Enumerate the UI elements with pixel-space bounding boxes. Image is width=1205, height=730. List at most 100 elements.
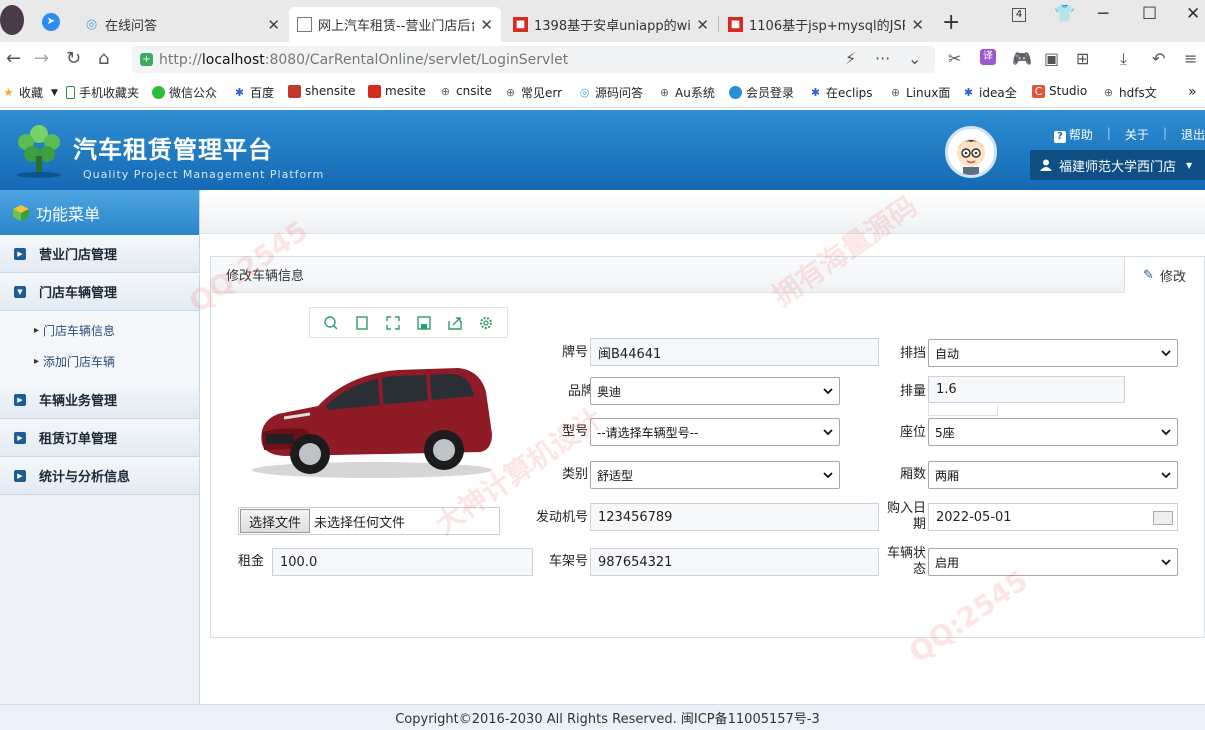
maximize-icon[interactable]: ☐ <box>1142 4 1157 24</box>
back-icon[interactable]: ← <box>6 48 21 69</box>
url-prefix: http:// <box>159 51 202 68</box>
globe-icon: ⊕ <box>440 84 451 98</box>
rent-input[interactable]: 100.0 <box>272 548 533 576</box>
engine-input[interactable]: 123456789 <box>590 503 879 531</box>
tab-car-rental[interactable]: 网上汽车租赁--营业门店后台 ✕ <box>289 7 501 42</box>
home-icon[interactable]: ⌂ <box>98 48 109 69</box>
bookmark-item[interactable]: mesite <box>368 84 426 98</box>
sidebar-item-label: 租赁订单管理 <box>39 432 118 447</box>
download-icon[interactable]: ⤓ <box>1120 49 1127 69</box>
new-tab-icon[interactable]: + <box>942 10 960 35</box>
purchase-date-label-line2: 期 <box>912 517 926 532</box>
bookmark-item[interactable]: ⊕ Au系统 <box>658 84 715 101</box>
tab-jsp[interactable]: ■ 1106基于jsp+mysql的JSP校 ✕ <box>720 7 932 42</box>
close-window-icon[interactable]: ✕ <box>1186 4 1200 24</box>
bookmark-item[interactable]: ✱ 在eclips <box>809 84 873 101</box>
sidebar-item-vehicle-business[interactable]: ▶ 车辆业务管理 <box>0 381 199 419</box>
reload-icon[interactable]: ↻ <box>66 48 81 69</box>
rent-label: 租金 <box>237 554 264 569</box>
logout-link[interactable]: 退出 <box>1181 126 1205 143</box>
translate-icon[interactable]: 译 <box>980 49 996 65</box>
red-site-icon: ■ <box>728 17 743 32</box>
spiral-icon: ◎ <box>85 17 98 32</box>
store-selector[interactable]: 福建师范大学西门店 ▼ <box>1030 150 1205 180</box>
bookmark-item[interactable]: C Studio <box>1032 84 1087 98</box>
apps-grid-icon[interactable]: ⊞ <box>1076 49 1089 68</box>
user-avatar[interactable] <box>945 126 997 178</box>
bookmark-label: 微信公众 <box>169 86 218 100</box>
bookmark-item[interactable]: ⊕ Linux面 <box>889 84 950 101</box>
tab-qa[interactable]: ◎ 在线问答 ✕ <box>76 7 288 42</box>
bookmark-item[interactable]: 微信公众 <box>152 84 217 101</box>
bookmark-item[interactable]: ◎ 源码问答 <box>578 84 643 101</box>
plate-label: 牌号 <box>561 345 588 360</box>
profile-avatar[interactable] <box>0 5 24 35</box>
bookmark-item[interactable]: ✱ 百度 <box>233 84 274 101</box>
forward-icon[interactable]: → <box>34 48 49 69</box>
plate-input[interactable]: 闽B44641 <box>590 338 879 366</box>
sidebar-item-statistics[interactable]: ▶ 统计与分析信息 <box>0 457 199 495</box>
shirt-icon[interactable]: 👕 <box>1054 4 1075 24</box>
close-tab-icon[interactable]: ✕ <box>267 16 280 34</box>
frame-input[interactable]: 987654321 <box>590 548 879 576</box>
status-select[interactable]: 启用 <box>928 548 1178 576</box>
share-icon[interactable] <box>448 316 462 330</box>
settings-gear-icon[interactable] <box>479 316 493 330</box>
brand-select[interactable]: 奥迪 <box>590 377 840 405</box>
model-select[interactable]: --请选择车辆型号-- <box>590 418 840 446</box>
tab-title: 1106基于jsp+mysql的JSP校 <box>749 19 906 34</box>
calendar-icon[interactable] <box>1153 511 1173 525</box>
bookmark-item[interactable]: ✱ idea全 <box>962 84 1017 101</box>
autocomplete-popup <box>928 404 998 416</box>
game-icon[interactable]: 🎮 <box>1012 49 1032 68</box>
cut-icon[interactable]: ✂ <box>948 49 961 68</box>
gear-select[interactable]: 自动 <box>928 339 1178 367</box>
caret-down-icon: ▼ <box>1186 160 1193 170</box>
bookmark-label: Au系统 <box>675 86 715 100</box>
minimize-icon[interactable]: ─ <box>1098 4 1108 24</box>
dropdown-icon[interactable]: ⌄ <box>908 49 921 68</box>
undo-icon[interactable]: ↶ <box>1152 49 1165 68</box>
sidebar-subitem-add-vehicle[interactable]: 添加门店车辆 <box>0 346 199 377</box>
close-tab-icon[interactable]: ✕ <box>696 16 709 34</box>
save-icon[interactable] <box>417 315 431 330</box>
reader-icon[interactable]: ▣ <box>1044 49 1059 68</box>
tab-title: 1398基于安卓uniapp的wifi <box>534 19 691 34</box>
sidebar-item-store-management[interactable]: ▶ 营业门店管理 <box>0 235 199 273</box>
seats-select[interactable]: 5座 <box>928 418 1178 446</box>
bookmark-item[interactable]: ⊕ hdfs文 <box>1102 84 1157 101</box>
copy-icon[interactable] <box>355 315 369 330</box>
bookmark-item[interactable]: 手机收藏夹 <box>66 84 139 101</box>
purchase-date-input[interactable]: 2022-05-01 <box>928 503 1178 531</box>
bookmark-item[interactable]: ⊕ cnsite <box>439 84 492 98</box>
bookmark-label: shensite <box>305 84 356 98</box>
bookmark-item[interactable]: ★ 收藏 ▼ <box>2 84 58 101</box>
bookmark-item[interactable]: 会员登录 <box>729 84 794 101</box>
send-icon[interactable]: ➤ <box>42 13 60 31</box>
displacement-input[interactable]: 1.6 <box>928 376 1125 403</box>
more-bookmarks-icon[interactable]: » <box>1188 84 1197 100</box>
zoom-icon[interactable] <box>324 315 338 330</box>
tab-uniapp[interactable]: ■ 1398基于安卓uniapp的wifi ✕ <box>505 7 717 42</box>
close-tab-icon[interactable]: ✕ <box>911 16 924 34</box>
compartments-select[interactable]: 两厢 <box>928 461 1178 489</box>
about-link[interactable]: 关于 <box>1125 126 1149 143</box>
fullscreen-icon[interactable] <box>386 315 400 330</box>
edit-button[interactable]: ✎ 修改 <box>1124 257 1204 293</box>
menu-icon[interactable]: ≡ <box>1184 49 1197 68</box>
address-bar[interactable]: + http:// localhost :8080/CarRentalOnlin… <box>132 46 935 73</box>
more-icon[interactable]: ··· <box>875 49 890 68</box>
tab-count-badge[interactable]: 4 <box>1012 8 1026 22</box>
file-input[interactable]: 选择文件 未选择任何文件 <box>238 507 500 535</box>
status-selected: 启用 <box>935 555 960 570</box>
sidebar-item-vehicle-management[interactable]: ▼ 门店车辆管理 <box>0 273 199 311</box>
bookmark-item[interactable]: shensite <box>288 84 356 98</box>
bookmark-item[interactable]: ⊕ 常见err <box>504 84 562 101</box>
choose-file-button[interactable]: 选择文件 <box>240 509 311 533</box>
lightning-icon[interactable]: ⚡ <box>845 49 856 68</box>
close-tab-icon[interactable]: ✕ <box>480 16 493 34</box>
category-select[interactable]: 舒适型 <box>590 461 840 489</box>
sidebar-item-rental-orders[interactable]: ▶ 租赁订单管理 <box>0 419 199 457</box>
sidebar-subitem-vehicle-info[interactable]: 门店车辆信息 <box>0 315 199 346</box>
help-link[interactable]: ? 帮助 <box>1053 126 1093 143</box>
